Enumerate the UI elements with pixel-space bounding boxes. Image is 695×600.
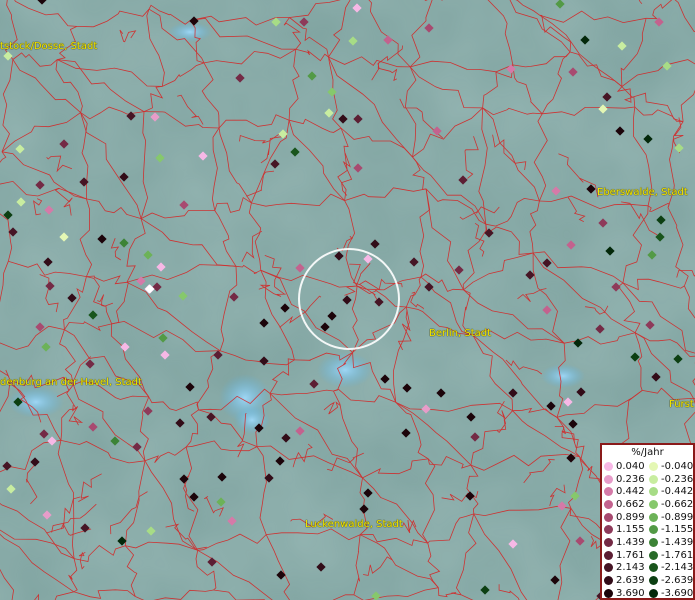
legend-value: 0.662 bbox=[616, 498, 645, 510]
legend-swatch bbox=[604, 487, 613, 497]
legend-row: 2.143 -2.143 bbox=[602, 562, 693, 575]
legend-value: 1.439 bbox=[616, 536, 645, 548]
legend-entry-positive: 0.040 bbox=[602, 461, 647, 472]
legend-value: 2.143 bbox=[616, 562, 645, 574]
legend-row: 0.899 -0.899 bbox=[602, 511, 693, 524]
legend-value: 0.236 bbox=[616, 473, 645, 485]
legend-swatch bbox=[649, 461, 658, 471]
legend-rows: 0.040 -0.040 0.236 -0.236 0.442 -0.442 0.662 -0… bbox=[602, 460, 693, 600]
legend-value: -0.040 bbox=[661, 460, 694, 472]
legend-entry-positive: 2.639 bbox=[602, 575, 647, 586]
legend-entry-positive: 0.662 bbox=[602, 499, 647, 510]
legend-row: 3.690 -3.690 bbox=[602, 587, 693, 600]
legend-value: -0.899 bbox=[661, 511, 694, 523]
legend-value: -3.690 bbox=[661, 587, 694, 599]
legend-value: 1.761 bbox=[616, 549, 645, 561]
legend-entry-negative: -0.040 bbox=[647, 461, 693, 472]
legend-swatch bbox=[604, 550, 613, 560]
legend-entry-negative: -0.236 bbox=[647, 474, 693, 485]
legend-entry-negative: -2.143 bbox=[647, 562, 693, 573]
legend-value: 3.690 bbox=[616, 587, 645, 599]
legend-value: 2.639 bbox=[616, 575, 645, 587]
legend-row: 1.439 -1.439 bbox=[602, 536, 693, 549]
legend-swatch bbox=[649, 537, 658, 547]
city-label-brandenburg: denburg an der Havel, Stadt bbox=[0, 377, 142, 388]
legend-entry-positive: 2.143 bbox=[602, 562, 647, 573]
legend-entry-positive: 0.899 bbox=[602, 512, 647, 523]
legend-row: 0.442 -0.442 bbox=[602, 485, 693, 498]
legend-value: -2.639 bbox=[661, 575, 694, 587]
legend-entry-positive: 1.439 bbox=[602, 537, 647, 548]
city-label-luckenwalde: Luckenwalde, Stadt bbox=[305, 519, 403, 530]
legend-swatch bbox=[649, 474, 658, 484]
legend-swatch bbox=[649, 563, 658, 573]
legend-swatch bbox=[604, 474, 613, 484]
legend-entry-negative: -1.155 bbox=[647, 524, 693, 535]
legend-swatch bbox=[649, 499, 658, 509]
legend-swatch bbox=[604, 576, 613, 586]
city-label-wittstock: tstock/Dosse, Stadt bbox=[0, 41, 98, 52]
legend-entry-negative: -0.662 bbox=[647, 499, 693, 510]
legend-swatch bbox=[649, 576, 658, 586]
legend-swatch bbox=[604, 512, 613, 522]
city-label-eberswalde: Eberswalde, Stadt bbox=[597, 187, 688, 198]
legend-entry-negative: -0.899 bbox=[647, 512, 693, 523]
city-label-berlin: Berlin, Stadt bbox=[429, 328, 492, 339]
legend-swatch bbox=[649, 512, 658, 522]
legend-row: 1.155 -1.155 bbox=[602, 523, 693, 536]
legend-entry-negative: -0.442 bbox=[647, 486, 693, 497]
legend-value: -2.143 bbox=[661, 562, 694, 574]
legend-value: -1.439 bbox=[661, 536, 694, 548]
legend-entry-negative: -1.439 bbox=[647, 537, 693, 548]
legend-swatch bbox=[649, 487, 658, 497]
legend-swatch bbox=[649, 588, 658, 598]
legend-swatch bbox=[604, 461, 613, 471]
legend-entry-negative: -3.690 bbox=[647, 588, 693, 599]
legend-entry-positive: 0.236 bbox=[602, 474, 647, 485]
legend-swatch bbox=[604, 525, 613, 535]
legend-swatch bbox=[649, 525, 658, 535]
legend-value: 1.155 bbox=[616, 524, 645, 536]
legend-value: -0.442 bbox=[661, 486, 694, 498]
legend-value: 0.899 bbox=[616, 511, 645, 523]
map-canvas[interactable] bbox=[0, 0, 695, 600]
legend-swatch bbox=[604, 499, 613, 509]
legend-swatch bbox=[604, 588, 613, 598]
legend-entry-positive: 1.761 bbox=[602, 550, 647, 561]
legend-row: 1.761 -1.761 bbox=[602, 549, 693, 562]
legend-entry-positive: 1.155 bbox=[602, 524, 647, 535]
legend-row: 0.040 -0.040 bbox=[602, 460, 693, 473]
city-label-fuerstenwalde: Fürst bbox=[669, 399, 694, 410]
legend-swatch bbox=[604, 563, 613, 573]
legend-entry-negative: -2.639 bbox=[647, 575, 693, 586]
legend: %/Jahr 0.040 -0.040 0.236 -0.236 0.442 -0.442… bbox=[600, 443, 695, 600]
legend-title: %/Jahr bbox=[631, 447, 664, 458]
legend-value: -1.155 bbox=[661, 524, 694, 536]
legend-entry-negative: -1.761 bbox=[647, 550, 693, 561]
legend-swatch bbox=[649, 550, 658, 560]
legend-value: 0.040 bbox=[616, 460, 645, 472]
legend-row: 0.662 -0.662 bbox=[602, 498, 693, 511]
legend-row: 0.236 -0.236 bbox=[602, 473, 693, 486]
legend-value: -1.761 bbox=[661, 549, 694, 561]
legend-value: -0.662 bbox=[661, 498, 694, 510]
legend-entry-positive: 0.442 bbox=[602, 486, 647, 497]
legend-value: 0.442 bbox=[616, 486, 645, 498]
legend-value: -0.236 bbox=[661, 473, 694, 485]
legend-row: 2.639 -2.639 bbox=[602, 574, 693, 587]
legend-swatch bbox=[604, 537, 613, 547]
legend-entry-positive: 3.690 bbox=[602, 588, 647, 599]
